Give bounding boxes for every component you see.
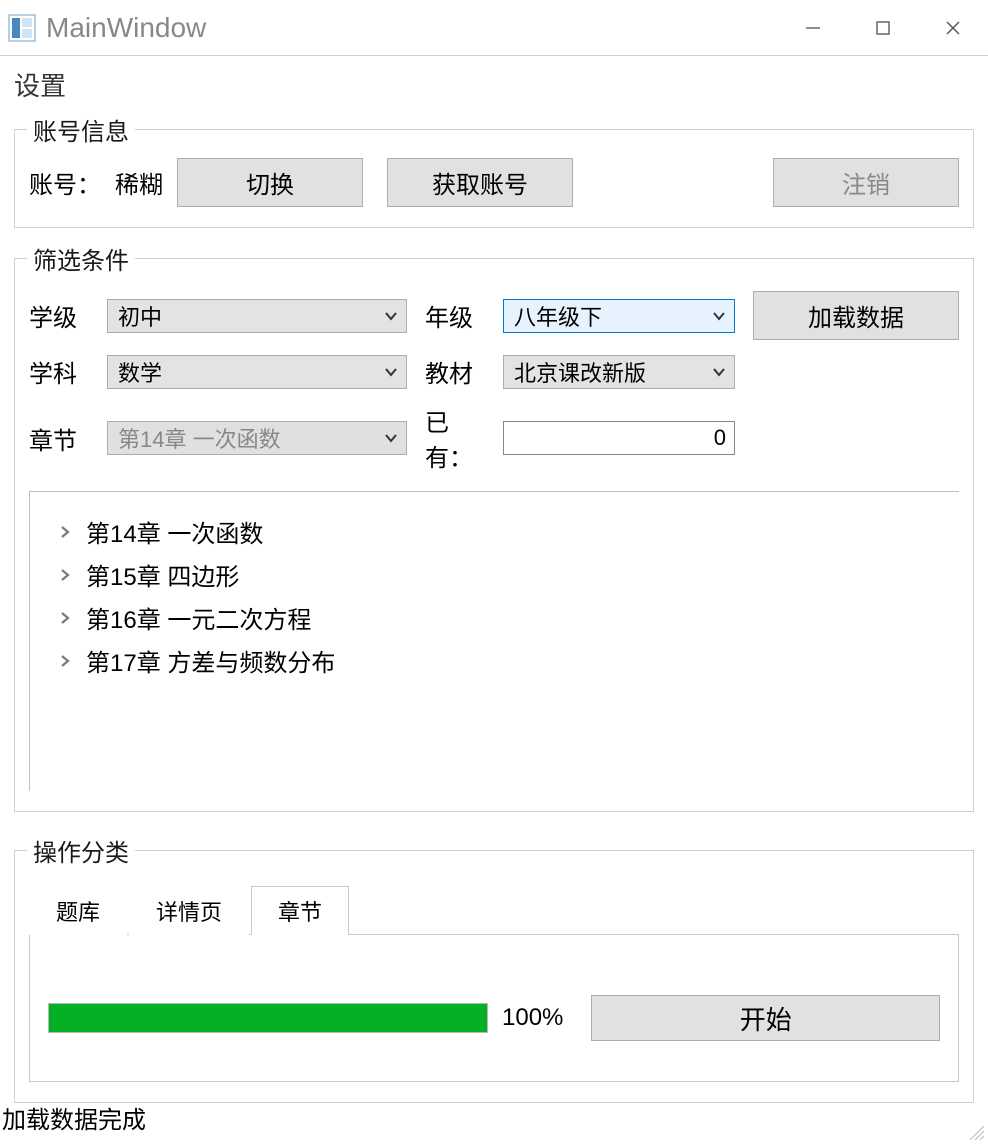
operations-group: 操作分类 题库 详情页 章节 100% 开始 xyxy=(14,850,974,1103)
status-text: 加载数据完成 xyxy=(2,1100,146,1135)
tab-strip: 题库 详情页 章节 xyxy=(29,885,959,935)
grade-label: 年级 xyxy=(425,298,485,333)
maximize-button[interactable] xyxy=(848,0,918,55)
textbook-combo[interactable]: 北京课改新版 xyxy=(503,355,735,389)
account-legend: 账号信息 xyxy=(27,112,135,147)
subject-combo[interactable]: 数学 xyxy=(107,355,407,389)
switch-account-button[interactable]: 切换 xyxy=(177,158,363,207)
existing-label: 已有： xyxy=(425,403,485,473)
filter-group: 筛选条件 学级 初中 年级 八年级下 加载数据 学科 数学 教材 xyxy=(14,258,974,812)
caret-right-icon xyxy=(58,604,72,632)
stage-label: 学级 xyxy=(29,298,89,333)
caret-right-icon xyxy=(58,561,72,589)
stage-combo[interactable]: 初中 xyxy=(107,299,407,333)
tab-chapter[interactable]: 章节 xyxy=(251,886,349,935)
title-bar: MainWindow xyxy=(0,0,988,56)
chapter-combo[interactable]: 第14章 一次函数 xyxy=(107,421,407,455)
grade-combo[interactable]: 八年级下 xyxy=(503,299,735,333)
tab-pane-chapter: 100% 开始 xyxy=(29,935,959,1082)
app-icon xyxy=(8,14,36,42)
progress-bar xyxy=(48,1003,488,1033)
fetch-account-button[interactable]: 获取账号 xyxy=(387,158,573,207)
chevron-down-icon xyxy=(712,303,726,329)
progress-fill xyxy=(49,1004,487,1032)
start-button[interactable]: 开始 xyxy=(591,995,940,1041)
close-button[interactable] xyxy=(918,0,988,55)
grade-combo-value: 八年级下 xyxy=(514,300,602,332)
tree-item-label: 第16章 一元二次方程 xyxy=(86,600,311,635)
tab-question-bank[interactable]: 题库 xyxy=(29,886,127,935)
textbook-label: 教材 xyxy=(425,354,485,389)
chevron-down-icon xyxy=(384,303,398,329)
resize-grip-icon[interactable] xyxy=(970,1119,984,1133)
subject-combo-value: 数学 xyxy=(118,356,162,388)
logout-button[interactable]: 注销 xyxy=(773,158,959,207)
stage-combo-value: 初中 xyxy=(118,300,162,332)
tree-item[interactable]: 第14章 一次函数 xyxy=(40,510,949,553)
existing-input[interactable] xyxy=(503,421,735,455)
subject-label: 学科 xyxy=(29,354,89,389)
load-data-button[interactable]: 加载数据 xyxy=(753,291,959,340)
chevron-down-icon xyxy=(384,359,398,385)
tree-item[interactable]: 第15章 四边形 xyxy=(40,553,949,596)
chapter-combo-value: 第14章 一次函数 xyxy=(118,422,281,454)
tree-item[interactable]: 第16章 一元二次方程 xyxy=(40,596,949,639)
caret-right-icon xyxy=(58,647,72,675)
window-title: MainWindow xyxy=(46,12,778,44)
textbook-combo-value: 北京课改新版 xyxy=(514,356,646,388)
status-bar: 加载数据完成 xyxy=(0,1097,988,1137)
chapter-tree: 第14章 一次函数 第15章 四边形 第16章 一元二次方程 第17章 方差与频… xyxy=(29,491,959,791)
caret-right-icon xyxy=(58,518,72,546)
tree-item[interactable]: 第17章 方差与频数分布 xyxy=(40,639,949,682)
tree-item-label: 第15章 四边形 xyxy=(86,557,239,592)
filter-legend: 筛选条件 xyxy=(27,241,135,276)
progress-text: 100% xyxy=(502,1004,563,1032)
account-value: 稀糊 xyxy=(115,165,163,200)
chapter-label: 章节 xyxy=(29,421,89,456)
chevron-down-icon xyxy=(712,359,726,385)
tree-item-label: 第17章 方差与频数分布 xyxy=(86,643,335,678)
account-label: 账号： xyxy=(29,165,101,200)
operations-legend: 操作分类 xyxy=(27,833,135,868)
minimize-button[interactable] xyxy=(778,0,848,55)
account-group: 账号信息 账号： 稀糊 切换 获取账号 注销 xyxy=(14,129,974,228)
page-heading: 设置 xyxy=(14,56,974,111)
tab-detail-page[interactable]: 详情页 xyxy=(129,886,249,935)
tree-item-label: 第14章 一次函数 xyxy=(86,514,263,549)
chevron-down-icon xyxy=(384,425,398,451)
